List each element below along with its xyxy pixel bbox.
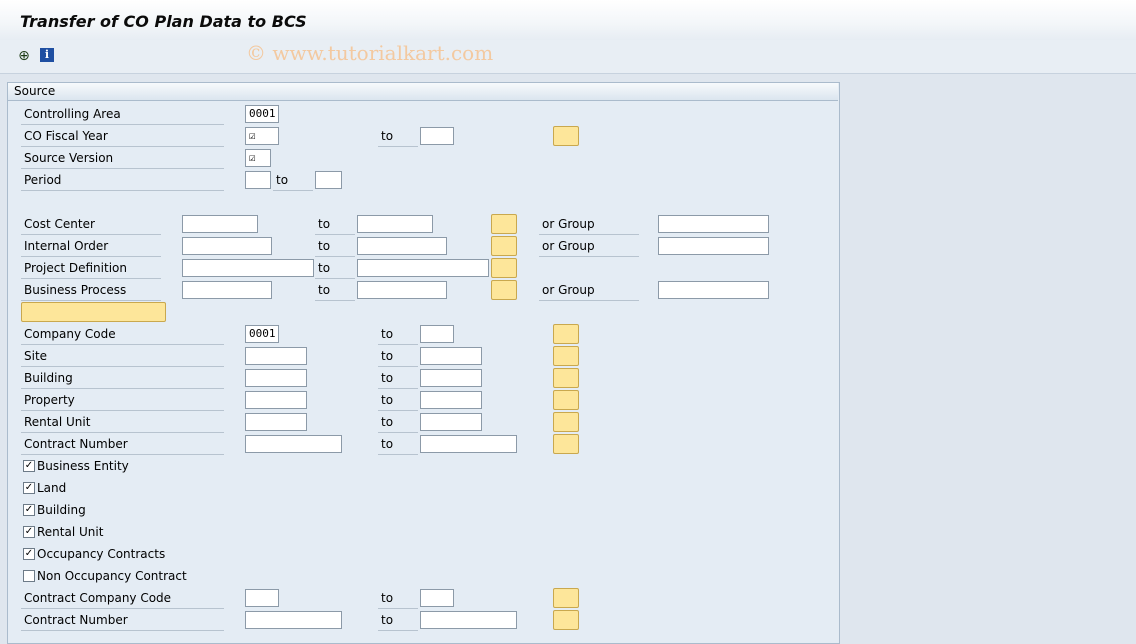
business-process-label: Business Process	[21, 280, 161, 301]
project-definition-from-input[interactable]	[182, 259, 314, 277]
contract-number-2-to-input[interactable]	[420, 611, 517, 629]
building-checkbox-label: Building	[37, 503, 86, 517]
cost-center-from-input[interactable]	[182, 215, 258, 233]
controlling-area-input[interactable]: 0001	[245, 105, 279, 123]
land-checkbox-label: Land	[37, 481, 67, 495]
co-fiscal-year-from-input[interactable]: ☑	[245, 127, 279, 145]
period-label: Period	[21, 170, 224, 191]
contract-company-code-multiple-selection-button[interactable]	[553, 588, 579, 608]
site-to-input[interactable]	[420, 347, 482, 365]
internal-order-multiple-selection-button[interactable]	[491, 236, 517, 256]
execute-icon[interactable]: ⊕	[16, 48, 32, 64]
property-to-label: to	[378, 390, 418, 411]
rental-unit-to-label: to	[378, 412, 418, 433]
site-label: Site	[21, 346, 224, 367]
rental-unit-checkbox-label: Rental Unit	[37, 525, 104, 539]
source-group-title: Source	[14, 84, 56, 98]
period-to-input[interactable]	[315, 171, 342, 189]
cost-center-to-input[interactable]	[357, 215, 433, 233]
period-to-label: to	[273, 170, 313, 191]
company-code-multiple-selection-button[interactable]	[553, 324, 579, 344]
contract-number-2-label: Contract Number	[21, 610, 224, 631]
cost-center-to-label: to	[315, 214, 355, 235]
business-process-from-input[interactable]	[182, 281, 272, 299]
rental-unit-to-input[interactable]	[420, 413, 482, 431]
cost-center-multiple-selection-button[interactable]	[491, 214, 517, 234]
internal-order-to-label: to	[315, 236, 355, 257]
rental-unit-multiple-selection-button[interactable]	[553, 412, 579, 432]
internal-order-group-input[interactable]	[658, 237, 769, 255]
contract-number-multiple-selection-button[interactable]	[553, 434, 579, 454]
building-to-label: to	[378, 368, 418, 389]
business-process-to-label: to	[315, 280, 355, 301]
source-version-label: Source Version	[21, 148, 224, 169]
application-toolbar	[0, 40, 1136, 74]
company-code-from-input[interactable]: 0001	[245, 325, 279, 343]
contract-number-to-input[interactable]	[420, 435, 517, 453]
source-group-header	[8, 83, 838, 101]
property-from-input[interactable]	[245, 391, 307, 409]
site-to-label: to	[378, 346, 418, 367]
business-process-multiple-selection-button[interactable]	[491, 280, 517, 300]
property-multiple-selection-button[interactable]	[553, 390, 579, 410]
project-definition-to-label: to	[315, 258, 355, 279]
company-code-to-input[interactable]	[420, 325, 454, 343]
company-code-label: Company Code	[21, 324, 224, 345]
cost-center-label: Cost Center	[21, 214, 161, 235]
internal-order-label: Internal Order	[21, 236, 161, 257]
project-definition-label: Project Definition	[21, 258, 161, 279]
land-checkbox[interactable]: ✓	[23, 482, 35, 494]
internal-order-or-group-label: or Group	[539, 236, 639, 257]
project-definition-to-input[interactable]	[357, 259, 489, 277]
property-label: Property	[21, 390, 224, 411]
information-icon[interactable]: i	[40, 48, 54, 62]
site-from-input[interactable]	[245, 347, 307, 365]
non-occupancy-contract-checkbox[interactable]	[23, 570, 35, 582]
cost-center-group-input[interactable]	[658, 215, 769, 233]
business-process-group-input[interactable]	[658, 281, 769, 299]
co-fiscal-year-label: CO Fiscal Year	[21, 126, 224, 147]
building-from-input[interactable]	[245, 369, 307, 387]
rental-unit-label: Rental Unit	[21, 412, 224, 433]
contract-number-2-to-label: to	[378, 610, 418, 631]
co-fiscal-year-multiple-selection-button[interactable]	[553, 126, 579, 146]
contract-number-2-from-input[interactable]	[245, 611, 342, 629]
contract-number-from-input[interactable]	[245, 435, 342, 453]
co-fiscal-year-to-input[interactable]	[420, 127, 454, 145]
rental-unit-checkbox[interactable]: ✓	[23, 526, 35, 538]
watermark: © www.tutorialkart.com	[246, 41, 494, 65]
building-label: Building	[21, 368, 224, 389]
contract-number-2-multiple-selection-button[interactable]	[553, 610, 579, 630]
building-multiple-selection-button[interactable]	[553, 368, 579, 388]
occupancy-contracts-checkbox-label: Occupancy Contracts	[37, 547, 166, 561]
project-definition-multiple-selection-button[interactable]	[491, 258, 517, 278]
period-from-input[interactable]	[245, 171, 271, 189]
cost-center-or-group-label: or Group	[539, 214, 639, 235]
occupancy-contracts-checkbox[interactable]: ✓	[23, 548, 35, 560]
rental-unit-from-input[interactable]	[245, 413, 307, 431]
business-entity-checkbox-label: Business Entity	[37, 459, 129, 473]
contract-company-code-to-label: to	[378, 588, 418, 609]
controlling-area-label: Controlling Area	[21, 104, 224, 125]
co-fiscal-year-to-label: to	[378, 126, 418, 147]
contract-company-code-to-input[interactable]	[420, 589, 454, 607]
business-entity-checkbox[interactable]: ✓	[23, 460, 35, 472]
site-multiple-selection-button[interactable]	[553, 346, 579, 366]
more-selections-button[interactable]	[21, 302, 166, 322]
company-code-to-label: to	[378, 324, 418, 345]
source-version-input[interactable]: ☑	[245, 149, 271, 167]
building-to-input[interactable]	[420, 369, 482, 387]
internal-order-from-input[interactable]	[182, 237, 272, 255]
non-occupancy-contract-checkbox-label: Non Occupancy Contract	[37, 569, 187, 583]
contract-company-code-from-input[interactable]	[245, 589, 279, 607]
business-process-to-input[interactable]	[357, 281, 447, 299]
building-checkbox[interactable]: ✓	[23, 504, 35, 516]
page-title: Transfer of CO Plan Data to BCS	[20, 12, 307, 31]
contract-number-to-label: to	[378, 434, 418, 455]
contract-company-code-label: Contract Company Code	[21, 588, 224, 609]
business-process-or-group-label: or Group	[539, 280, 639, 301]
property-to-input[interactable]	[420, 391, 482, 409]
internal-order-to-input[interactable]	[357, 237, 447, 255]
contract-number-label: Contract Number	[21, 434, 224, 455]
